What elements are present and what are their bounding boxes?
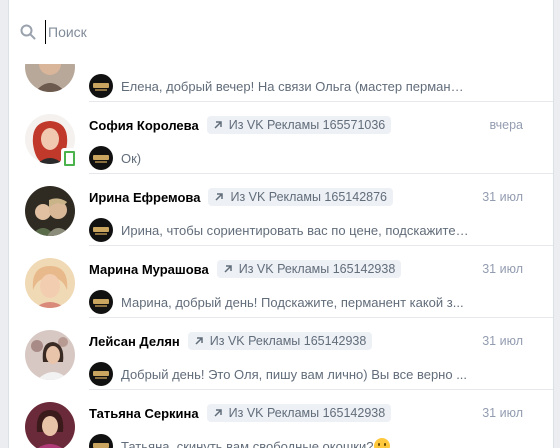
sender-avatar [89, 146, 113, 170]
message-date: 31 июл [482, 262, 523, 276]
arrow-up-right-icon [215, 193, 224, 201]
conversation-row[interactable]: Ирина Ефремова Из VK Рекламы 165142876 3… [9, 174, 553, 246]
message-text: Ок) [121, 150, 142, 166]
last-message: Елена, добрый вечер! На связи Ольга (мас… [89, 73, 469, 99]
smiling-face-emoji-icon [374, 438, 391, 448]
conversation-row[interactable]: Марина Мурашова Из VK Рекламы 165142938 … [9, 246, 553, 318]
sender-avatar [89, 74, 113, 98]
message-text: Марина, добрый день! Подскажите, пермане… [121, 294, 464, 310]
arrow-up-right-icon [224, 265, 232, 273]
message-text: Елена, добрый вечер! На связи Ольга (мас… [121, 78, 469, 94]
last-message: Добрый день! Это Оля, пишу вам лично) Вы… [89, 361, 467, 387]
sender-avatar [89, 218, 113, 242]
mobile-online-icon [61, 148, 75, 166]
arrow-up-right-icon [214, 409, 222, 417]
source-badge: Из VK Рекламы 165142876 [208, 188, 394, 206]
dialogs-panel: Елена, добрый вечер! На связи Ольга (мас… [8, 0, 554, 448]
source-badge: Из VK Рекламы 165142938 [216, 260, 402, 278]
conversation-row[interactable]: Татьяна Серкина Из VK Рекламы 165142938 … [9, 390, 553, 448]
contact-name[interactable]: Марина Мурашова [89, 262, 209, 277]
message-text: Добрый день! Это Оля, пишу вам лично) Вы… [121, 366, 468, 382]
last-message: Марина, добрый день! Подскажите, пермане… [89, 289, 464, 315]
source-label: Из VK Рекламы 165142938 [228, 406, 386, 420]
source-label: Из VK Рекламы 165571036 [228, 118, 386, 132]
source-badge: Из VK Рекламы 165571036 [206, 116, 392, 134]
message-body: Татьяна, скинуть вам свободные окошки? [121, 439, 374, 448]
message-text: Татьяна, скинуть вам свободные окошки? [121, 438, 391, 448]
search-bar [9, 0, 553, 64]
contact-name[interactable]: Лейсан Делян [89, 334, 180, 349]
sender-avatar [89, 434, 113, 448]
conversation-list: Елена, добрый вечер! На связи Ольга (мас… [9, 30, 553, 448]
sender-avatar [89, 362, 113, 386]
last-message: Ок) [89, 145, 141, 171]
source-badge: Из VK Рекламы 165142938 [206, 404, 392, 422]
avatar [25, 330, 75, 380]
avatar [25, 402, 75, 448]
contact-name[interactable]: Ирина Ефремова [89, 190, 200, 205]
contact-name[interactable]: Татьяна Серкина [89, 406, 199, 421]
message-text: Ирина, чтобы сориентировать вас по цене,… [121, 222, 469, 238]
sender-avatar [89, 290, 113, 314]
source-label: Из VK Рекламы 165142938 [209, 334, 367, 348]
last-message: Татьяна, скинуть вам свободные окошки? [89, 433, 391, 448]
source-badge: Из VK Рекламы 165142938 [187, 332, 373, 350]
arrow-up-right-icon [214, 121, 222, 129]
search-input[interactable] [45, 20, 505, 44]
avatar [25, 186, 75, 236]
message-date: 31 июл [482, 190, 523, 204]
search-icon [20, 24, 36, 40]
source-label: Из VK Рекламы 165142938 [238, 262, 396, 276]
contact-name[interactable]: София Королева [89, 118, 199, 133]
message-date: 31 июл [482, 406, 523, 420]
conversation-row[interactable]: София Королева Из VK Рекламы 165571036 в… [9, 102, 553, 174]
last-message: Ирина, чтобы сориентировать вас по цене,… [89, 217, 469, 243]
avatar [25, 258, 75, 308]
conversation-row[interactable]: Лейсан Делян Из VK Рекламы 165142938 31 … [9, 318, 553, 390]
arrow-up-right-icon [195, 337, 203, 345]
message-date: 31 июл [482, 334, 523, 348]
source-label: Из VK Рекламы 165142876 [230, 190, 388, 204]
message-date: вчера [489, 118, 523, 132]
